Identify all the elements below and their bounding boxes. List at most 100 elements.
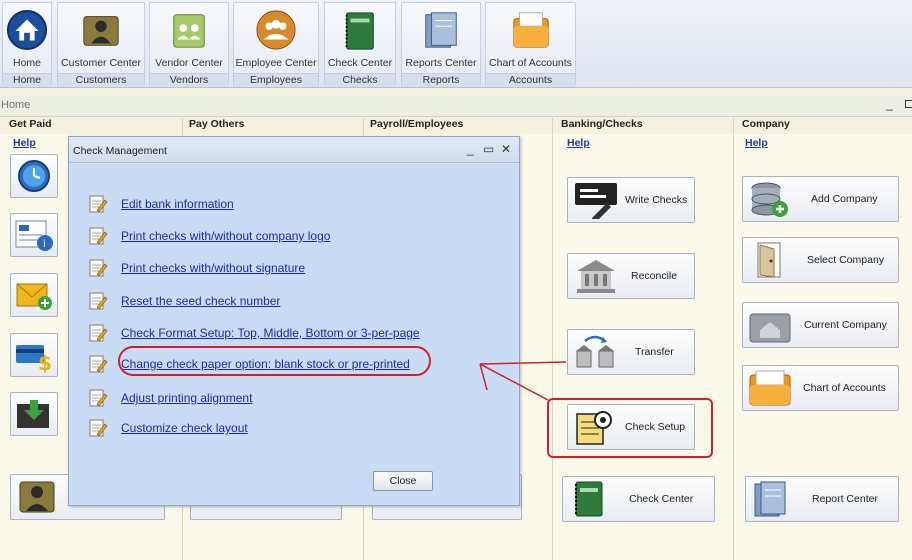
- transfer-button[interactable]: Transfer: [567, 329, 695, 375]
- column-divider: [733, 118, 734, 560]
- credit-card-dollar-icon: $: [16, 345, 52, 373]
- toolbar-employee-center-label: Employee Center: [235, 57, 317, 69]
- company-help-link[interactable]: Help: [745, 137, 768, 149]
- highlight-box: [547, 398, 713, 458]
- get-paid-deposit-button[interactable]: [10, 392, 58, 436]
- home-icon: [6, 9, 48, 51]
- dialog-link[interactable]: Adjust printing alignment: [121, 391, 252, 405]
- report-center-label: Report Center: [812, 493, 878, 505]
- dialog-link-item[interactable]: Customize check layout: [88, 417, 508, 439]
- notepad-pencil-icon: [89, 195, 108, 213]
- svg-text:$: $: [38, 351, 52, 373]
- check-center-label: Check Center: [629, 493, 694, 505]
- dialog-link[interactable]: Edit bank information: [121, 197, 234, 211]
- bank-building-icon: [577, 260, 615, 293]
- door-icon: [757, 242, 781, 278]
- dialog-close-button[interactable]: Close: [373, 471, 433, 491]
- reconcile-button[interactable]: Reconcile: [567, 253, 695, 299]
- clock-icon: [18, 160, 50, 192]
- toolbar-check-center-label: Check Center: [327, 57, 393, 69]
- toolbar-employees-group: Employees: [234, 73, 318, 87]
- dialog-link[interactable]: Print checks with/without company logo: [121, 229, 330, 243]
- dialog-link-item[interactable]: Edit bank information: [88, 193, 508, 215]
- dialog-link[interactable]: Check Format Setup: Top, Middle, Bottom …: [121, 326, 420, 340]
- customer-folder-icon: [19, 481, 55, 513]
- select-company-label: Select Company: [807, 254, 885, 266]
- annotation-arrow: [479, 361, 567, 401]
- dialog-link-item[interactable]: Reset the seed check number: [88, 290, 508, 312]
- get-paid-clock-button[interactable]: [10, 154, 58, 198]
- payroll-header: Payroll/Employees: [370, 118, 464, 130]
- dialog-link-list: Edit bank information Print checks with/w…: [68, 136, 520, 506]
- dialog-link-item[interactable]: Adjust printing alignment: [88, 387, 508, 409]
- notepad-pencil-icon: [89, 389, 108, 407]
- pay-others-header: Pay Others: [189, 118, 245, 130]
- accounts-folder-icon: [512, 12, 549, 48]
- toolbar-reports-group: Reports: [402, 73, 480, 87]
- gray-folder-icon: [749, 313, 791, 343]
- reconcile-label: Reconcile: [631, 270, 678, 282]
- get-paid-header: Get Paid: [9, 118, 52, 130]
- add-company-label: Add Company: [811, 193, 878, 205]
- deposit-arrow-icon: [17, 400, 49, 428]
- highlight-oval: [118, 346, 431, 376]
- check-center-panel-button[interactable]: Check Center: [562, 476, 715, 522]
- reports-binder-icon: [754, 481, 786, 517]
- home-tab-title: Home: [1, 99, 31, 111]
- toolbar-customer-center-button[interactable]: Customer Center Customers: [57, 2, 145, 87]
- dialog-link-item[interactable]: Print checks with/without company logo: [88, 225, 508, 247]
- transfer-buildings-icon: [576, 335, 614, 368]
- toolbar-employee-center-button[interactable]: Employee Center Employees: [233, 2, 319, 87]
- get-paid-email-button[interactable]: [10, 273, 58, 317]
- dialog-link[interactable]: Customize check layout: [121, 421, 248, 435]
- company-header: Company: [742, 118, 790, 130]
- checkbook-icon: [345, 12, 374, 50]
- notepad-pencil-icon: [89, 227, 108, 245]
- banking-help-link[interactable]: Help: [567, 137, 590, 149]
- svg-text:i: i: [43, 239, 46, 250]
- toolbar-check-center-button[interactable]: Check Center Checks: [324, 2, 396, 87]
- main-toolbar: Home Home Customer Center Customers Vend…: [0, 0, 912, 88]
- write-checks-button[interactable]: Write Checks: [567, 177, 695, 223]
- toolbar-reports-center-button[interactable]: Reports Center Reports: [401, 2, 481, 87]
- checkbook-icon: [575, 481, 603, 517]
- get-paid-help-link[interactable]: Help: [13, 137, 36, 149]
- dialog-link[interactable]: Reset the seed check number: [121, 294, 280, 308]
- banking-header: Banking/Checks: [561, 118, 643, 130]
- employee-group-icon: [256, 10, 296, 50]
- toolbar-customer-center-label: Customer Center: [61, 57, 141, 69]
- dialog-link-item[interactable]: Check Format Setup: Top, Middle, Bottom …: [88, 322, 508, 344]
- write-checks-label: Write Checks: [625, 194, 688, 206]
- dialog-link[interactable]: Print checks with/without signature: [121, 261, 305, 275]
- home-tab-bar: Home _: [0, 95, 912, 117]
- toolbar-vendor-center-button[interactable]: Vendor Center Vendors: [149, 2, 229, 87]
- toolbar-chart-of-accounts-button[interactable]: Chart of Accounts Accounts: [485, 2, 576, 87]
- database-add-icon: [751, 182, 788, 217]
- column-divider: [552, 118, 553, 560]
- get-paid-card-button[interactable]: $: [10, 333, 58, 377]
- notepad-pencil-icon: [89, 259, 108, 277]
- toolbar-reports-center-label: Reports Center: [405, 57, 477, 69]
- toolbar-vendors-group: Vendors: [150, 73, 228, 87]
- notepad-pencil-icon: [89, 324, 108, 342]
- get-paid-invoice-button[interactable]: i: [10, 213, 58, 257]
- toolbar-home-label: Home: [12, 57, 41, 69]
- home-restore-button[interactable]: [905, 100, 912, 108]
- chart-of-accounts-panel-button[interactable]: Chart of Accounts: [742, 365, 899, 411]
- notepad-pencil-icon: [89, 355, 108, 373]
- add-company-button[interactable]: Add Company: [742, 176, 899, 222]
- select-company-button[interactable]: Select Company: [742, 237, 899, 283]
- toolbar-home-button[interactable]: Home Home: [2, 2, 52, 87]
- dialog-link-item[interactable]: Print checks with/without signature: [88, 257, 508, 279]
- report-center-button[interactable]: Report Center: [745, 476, 899, 522]
- customer-folder-icon: [83, 16, 119, 46]
- toolbar-home-group: Home: [3, 73, 51, 87]
- email-add-icon: [16, 283, 52, 310]
- reports-binder-icon: [425, 12, 457, 48]
- current-company-button[interactable]: Current Company: [742, 302, 899, 348]
- current-company-label: Current Company: [804, 319, 887, 331]
- transfer-label: Transfer: [635, 346, 674, 358]
- home-minimize-button[interactable]: _: [886, 97, 893, 111]
- toolbar-chart-of-accounts-label: Chart of Accounts: [489, 57, 572, 69]
- accounts-folder-icon: [749, 370, 791, 406]
